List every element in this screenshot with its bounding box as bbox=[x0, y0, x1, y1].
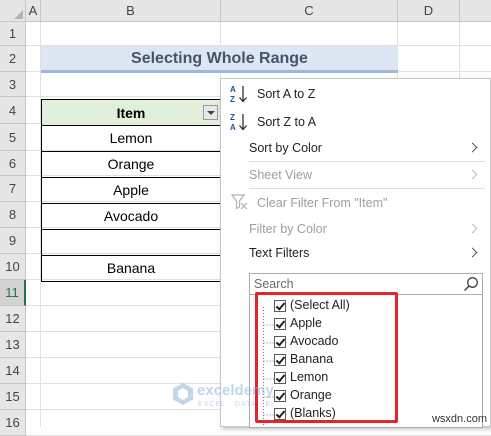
row-header-2[interactable]: 2 bbox=[0, 46, 26, 72]
row-header-8[interactable]: 8 bbox=[0, 202, 26, 228]
svg-text:A: A bbox=[230, 85, 236, 94]
table-cell[interactable]: Apple bbox=[41, 178, 221, 204]
search-icon bbox=[463, 276, 479, 292]
sort-a-to-z-icon: A Z bbox=[229, 83, 249, 104]
clear-filter-icon bbox=[230, 193, 249, 211]
menu-divider bbox=[249, 161, 485, 162]
exceldemy-logo-icon bbox=[173, 383, 193, 405]
svg-text:A: A bbox=[230, 123, 236, 132]
filter-dropdown-button[interactable] bbox=[203, 105, 218, 120]
row-header-11[interactable]: 11 bbox=[0, 280, 26, 306]
table-cell[interactable]: Banana bbox=[41, 256, 221, 282]
row-header-9[interactable]: 9 bbox=[0, 228, 26, 254]
row-header-4[interactable]: 4 bbox=[0, 97, 26, 124]
table-cell[interactable]: Lemon bbox=[41, 126, 221, 152]
site-tag: wsxdn.com bbox=[431, 413, 487, 425]
select-all-corner[interactable] bbox=[0, 0, 26, 22]
chevron-right-icon bbox=[467, 223, 478, 234]
svg-text:Z: Z bbox=[230, 113, 235, 122]
row-header-16[interactable]: 16 bbox=[0, 410, 26, 436]
row-header-14[interactable]: 14 bbox=[0, 358, 26, 384]
column-header-b[interactable]: B bbox=[41, 0, 221, 22]
watermark-brand: exceldemy bbox=[197, 382, 274, 399]
sort-by-color-item[interactable]: Sort by Color bbox=[249, 138, 322, 158]
table-header-item[interactable]: Item bbox=[41, 99, 221, 126]
search-placeholder: Search bbox=[254, 277, 294, 291]
column-header-e[interactable] bbox=[460, 0, 491, 22]
page-title: Selecting Whole Range bbox=[41, 46, 398, 73]
table-header-label: Item bbox=[116, 105, 146, 121]
clear-filter-item: Clear Filter From "Item" bbox=[257, 196, 388, 210]
svg-text:Z: Z bbox=[230, 95, 235, 104]
row-header-6[interactable]: 6 bbox=[0, 151, 26, 176]
filter-by-color-item: Filter by Color bbox=[249, 222, 327, 236]
table-cell[interactable]: Avocado bbox=[41, 204, 221, 230]
watermark: exceldemy EXCEL · DATA · BI bbox=[172, 378, 322, 418]
menu-divider bbox=[249, 188, 485, 189]
sort-z-to-a-item[interactable]: Sort Z to A bbox=[257, 112, 316, 132]
column-header-c[interactable]: C bbox=[221, 0, 398, 22]
table-cell[interactable] bbox=[41, 230, 221, 256]
sort-z-to-a-icon: Z A bbox=[229, 111, 249, 132]
column-header-d[interactable]: D bbox=[398, 0, 460, 22]
chevron-right-icon bbox=[467, 169, 478, 180]
sort-a-to-z-item[interactable]: Sort A to Z bbox=[257, 84, 315, 104]
row-header-1[interactable]: 1 bbox=[0, 22, 26, 46]
row-header-13[interactable]: 13 bbox=[0, 332, 26, 358]
column-header-a[interactable]: A bbox=[26, 0, 41, 22]
row-header-10[interactable]: 10 bbox=[0, 254, 26, 280]
row-header-7[interactable]: 7 bbox=[0, 176, 26, 202]
row-header-3[interactable]: 3 bbox=[0, 72, 26, 97]
text-filters-item[interactable]: Text Filters bbox=[249, 243, 309, 263]
chevron-right-icon bbox=[467, 247, 478, 258]
row-header-15[interactable]: 15 bbox=[0, 384, 26, 410]
watermark-sub: EXCEL · DATA · BI bbox=[198, 401, 274, 408]
table-cell[interactable]: Orange bbox=[41, 152, 221, 178]
sheet-view-item: Sheet View bbox=[249, 168, 313, 182]
row-header-5[interactable]: 5 bbox=[0, 124, 26, 151]
row-header-12[interactable]: 12 bbox=[0, 306, 26, 332]
chevron-right-icon bbox=[467, 142, 478, 153]
